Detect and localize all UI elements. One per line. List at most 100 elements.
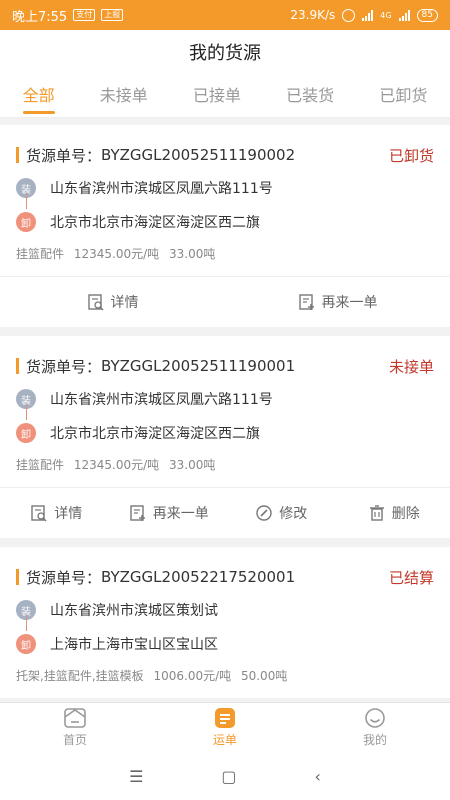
route: 装 山东省滨州市滨城区策划试 卸 上海市上海市宝山区宝山区 (0, 593, 450, 661)
order-number: BYZGGL20052511190001 (101, 357, 296, 375)
goods-name: 挂篮配件 (16, 247, 65, 261)
tab-accepted[interactable]: 已接单 (189, 74, 245, 118)
load-stop: 装 山东省滨州市滨城区凤凰六路111号 (16, 382, 434, 416)
order-list: 货源单号： BYZGGL20052511190002 已卸货 装 山东省滨州市滨… (0, 125, 450, 707)
reorder-button[interactable]: 再来一单 (113, 503, 226, 523)
route-connector (26, 404, 27, 420)
load-stop: 装 山东省滨州市滨城区策划试 (16, 593, 434, 627)
accent-bar (16, 358, 19, 374)
reorder-icon (298, 294, 314, 310)
order-header: 货源单号： BYZGGL20052511190002 已卸货 (0, 125, 450, 171)
route-connector (26, 193, 27, 209)
details-icon (31, 505, 47, 522)
home-icon (64, 708, 86, 728)
unload-address: 北京市北京市海淀区海淀区西二旗 (50, 426, 260, 442)
waybill-icon (215, 708, 235, 728)
goods-name: 托架,挂篮配件,挂篮模板 (16, 669, 144, 683)
back-icon[interactable]: ‹ (315, 767, 321, 786)
tab-loaded[interactable]: 已装货 (282, 74, 338, 118)
load-address: 山东省滨州市滨城区策划试 (50, 603, 218, 619)
load-address: 山东省滨州市滨城区凤凰六路111号 (50, 392, 273, 408)
load-stop: 装 山东省滨州市滨城区凤凰六路111号 (16, 171, 434, 205)
bottom-nav: 首页 运单 我的 (0, 702, 450, 752)
order-number: BYZGGL20052217520001 (101, 568, 296, 586)
system-nav-bar: ☰ ▢ ‹ (0, 752, 450, 800)
order-header: 货源单号： BYZGGL20052217520001 已结算 (0, 547, 450, 593)
order-actions: 详情 再来一单 (0, 277, 450, 327)
reorder-label: 再来一单 (152, 506, 209, 522)
accent-bar (16, 569, 19, 585)
unload-address: 上海市上海市宝山区宝山区 (50, 637, 218, 653)
tab-all[interactable]: 全部 (19, 74, 59, 118)
goods-price: 12345.00元/吨 (73, 247, 160, 261)
nav-home-label: 首页 (62, 733, 87, 747)
unload-stop: 卸 上海市上海市宝山区宝山区 (16, 627, 434, 661)
goods-price: 12345.00元/吨 (73, 458, 160, 472)
status-badge: 已卸货 (388, 146, 434, 165)
profile-icon (365, 708, 385, 728)
trash-icon (369, 505, 384, 521)
signal-icon (398, 9, 410, 21)
details-button[interactable]: 详情 (0, 292, 225, 312)
order-number-label: 货源单号： (26, 357, 102, 376)
tab-not-accepted[interactable]: 未接单 (96, 74, 152, 118)
reorder-button[interactable]: 再来一单 (225, 292, 450, 312)
accent-bar (16, 147, 19, 163)
tab-bar: 全部 未接单 已接单 已装货 已卸货 (0, 74, 450, 118)
goods-info: 托架,挂篮配件,挂篮模板 1006.00元/吨 50.00吨 (0, 661, 450, 698)
goods-name: 挂篮配件 (16, 458, 65, 472)
edit-icon (256, 505, 272, 521)
nav-mine-label: 我的 (362, 733, 387, 747)
details-icon (87, 294, 103, 311)
menu-icon[interactable]: ☰ (129, 767, 143, 786)
unload-marker-icon: 卸 (16, 212, 36, 232)
reorder-icon (130, 505, 145, 521)
goods-weight: 50.00吨 (240, 669, 288, 683)
nav-mine[interactable]: 我的 (300, 703, 450, 752)
delete-button[interactable]: 删除 (338, 503, 450, 523)
goods-price: 1006.00元/吨 (153, 669, 232, 683)
page-title: 我的货源 (0, 30, 450, 74)
network-speed: 23.9K/s (290, 8, 336, 22)
order-number: BYZGGL20052511190002 (101, 146, 296, 164)
order-card[interactable]: 货源单号： BYZGGL20052217520001 已结算 装 山东省滨州市滨… (0, 547, 450, 698)
unload-stop: 卸 北京市北京市海淀区海淀区西二旗 (16, 416, 434, 450)
tab-unloaded[interactable]: 已卸货 (375, 74, 431, 118)
edit-label: 修改 (279, 506, 308, 522)
order-number-label: 货源单号： (26, 568, 102, 587)
reorder-label: 再来一单 (321, 295, 378, 311)
edit-button[interactable]: 修改 (225, 503, 338, 523)
signal-icon (362, 9, 374, 21)
nav-home[interactable]: 首页 (0, 703, 150, 752)
goods-weight: 33.00吨 (168, 458, 216, 472)
status-badge: 未接单 (388, 357, 434, 376)
goods-info: 挂篮配件 12345.00元/吨 33.00吨 (0, 450, 450, 488)
goods-weight: 33.00吨 (168, 247, 216, 261)
unload-marker-icon: 卸 (16, 423, 36, 443)
order-card[interactable]: 货源单号： BYZGGL20052511190001 未接单 装 山东省滨州市滨… (0, 336, 450, 538)
goods-info: 挂篮配件 12345.00元/吨 33.00吨 (0, 239, 450, 277)
nav-waybill[interactable]: 运单 (150, 703, 300, 752)
route-connector (26, 615, 27, 631)
order-header: 货源单号： BYZGGL20052511190001 未接单 (0, 336, 450, 382)
route: 装 山东省滨州市滨城区凤凰六路111号 卸 北京市北京市海淀区海淀区西二旗 (0, 382, 450, 450)
home-square-icon[interactable]: ▢ (221, 767, 236, 786)
details-label: 详情 (54, 506, 83, 522)
notification-chip: 支付 (73, 9, 96, 21)
order-actions: 详情 再来一单 修改 删除 (0, 488, 450, 538)
details-button[interactable]: 详情 (0, 503, 113, 523)
order-card[interactable]: 货源单号： BYZGGL20052511190002 已卸货 装 山东省滨州市滨… (0, 125, 450, 327)
load-address: 山东省滨州市滨城区凤凰六路111号 (50, 181, 273, 197)
delete-label: 删除 (391, 506, 420, 522)
unload-marker-icon: 卸 (16, 634, 36, 654)
network-type: 4G (380, 10, 392, 20)
route: 装 山东省滨州市滨城区凤凰六路111号 卸 北京市北京市海淀区海淀区西二旗 (0, 171, 450, 239)
unload-stop: 卸 北京市北京市海淀区海淀区西二旗 (16, 205, 434, 239)
order-number-label: 货源单号： (26, 146, 102, 165)
notification-chip: 上报 (101, 9, 124, 21)
unload-address: 北京市北京市海淀区海淀区西二旗 (50, 215, 260, 231)
status-bar: 晚上7:55 支付 上报 23.9K/s 4G 85 (0, 0, 450, 30)
status-badge: 已结算 (388, 568, 434, 587)
details-label: 详情 (110, 295, 139, 311)
nav-waybill-label: 运单 (212, 733, 237, 747)
